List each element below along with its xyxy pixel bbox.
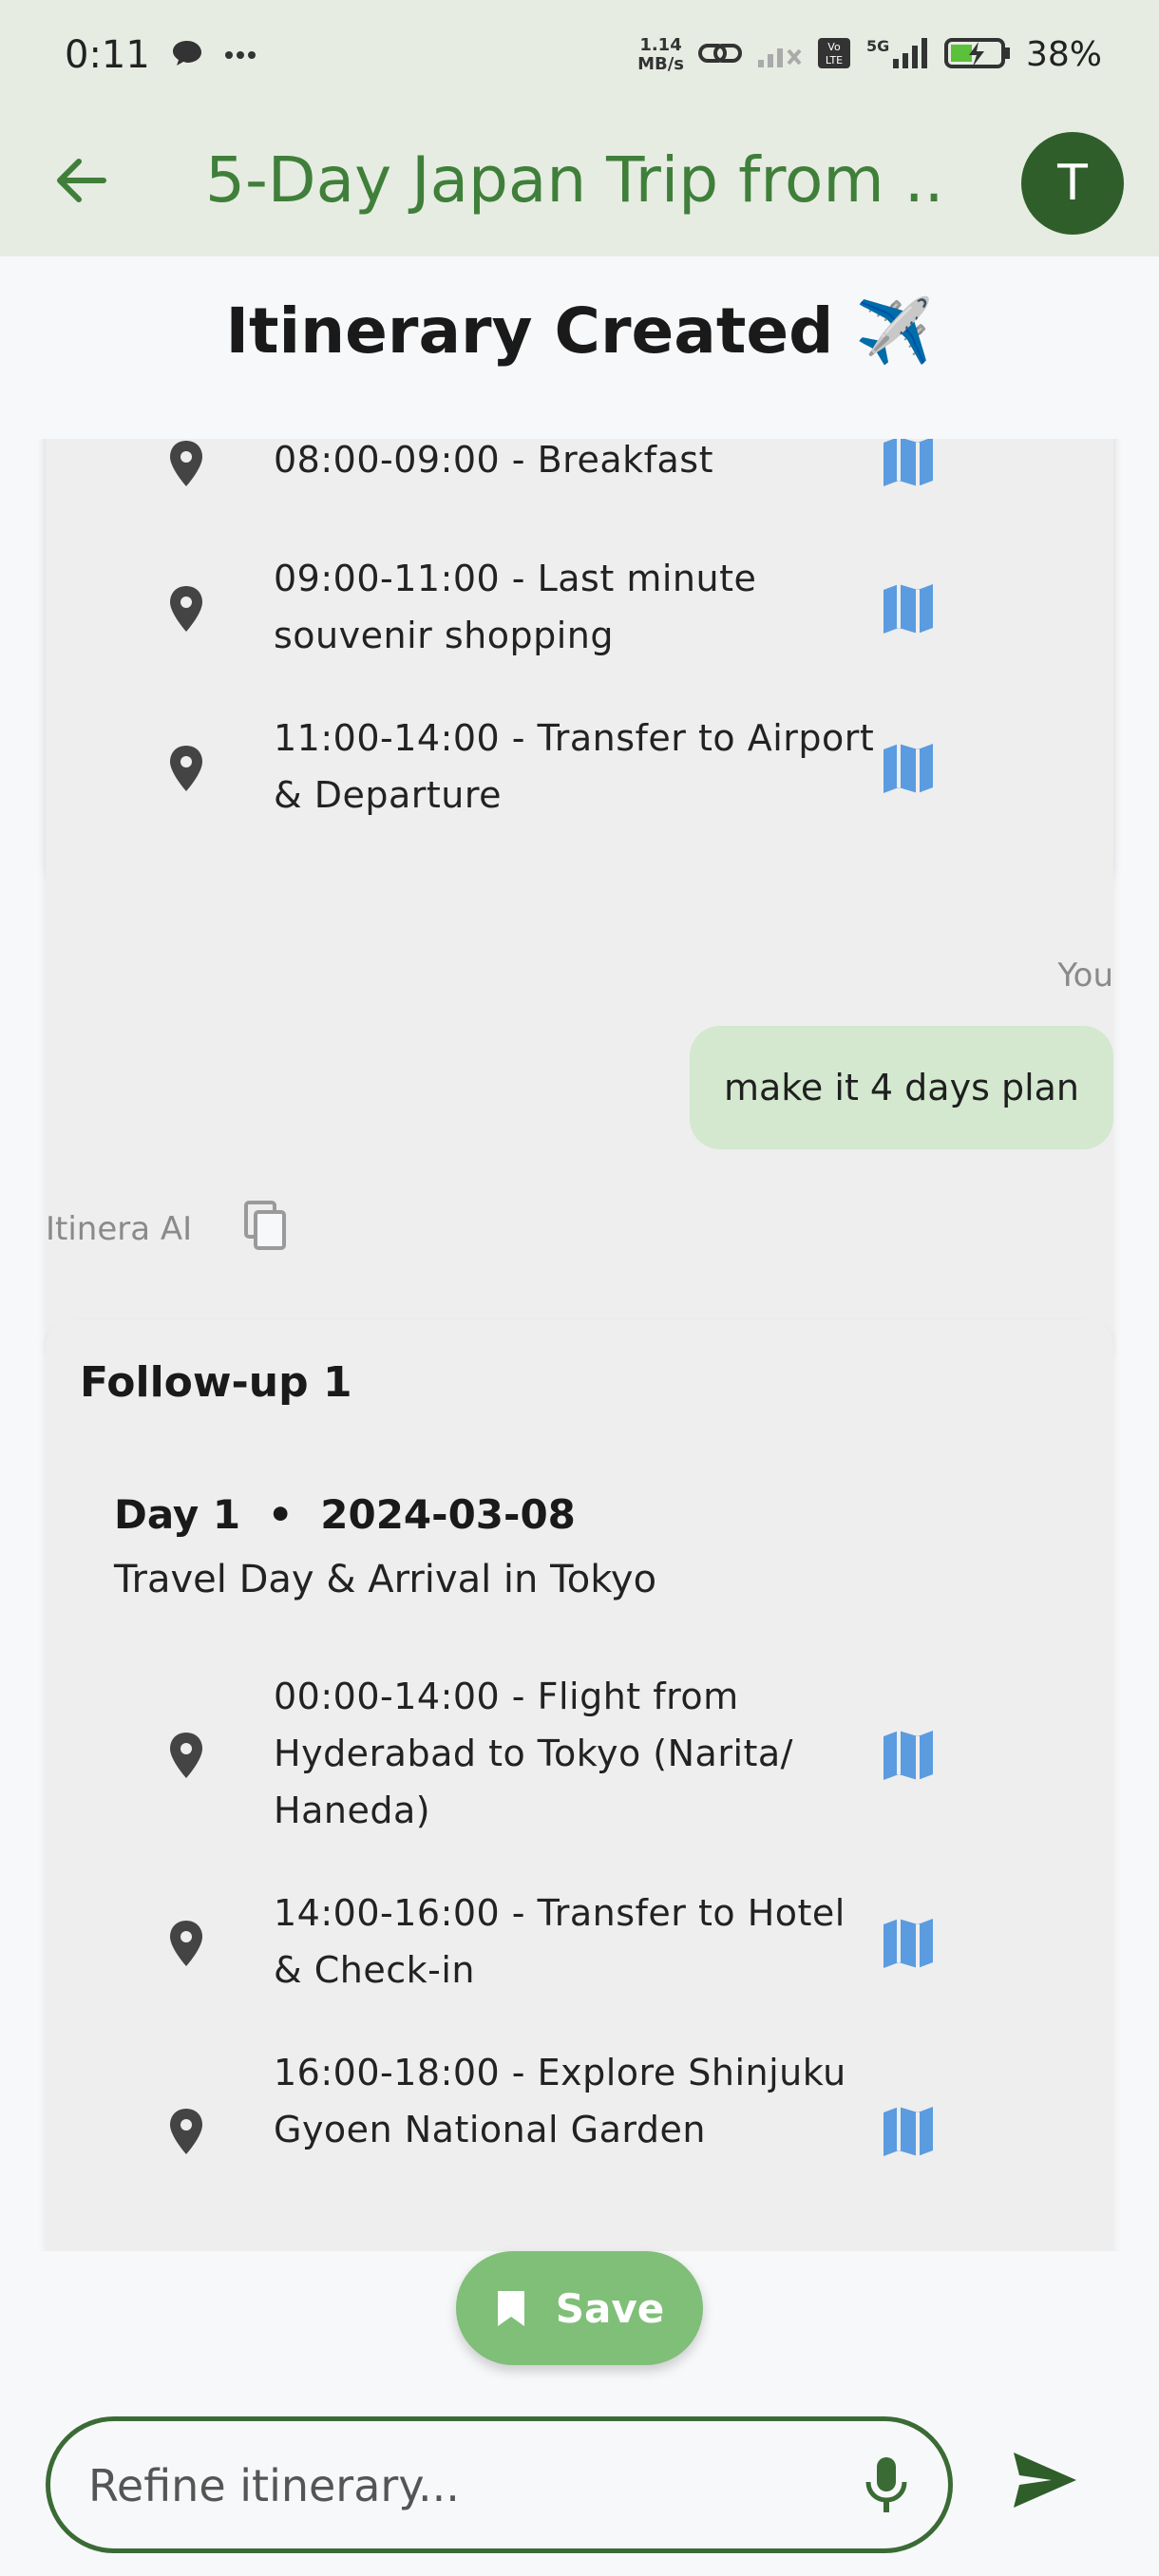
battery-percent: 38% (1025, 35, 1102, 74)
status-bar: 0:11 1.14 MB/s Vo LTE 5G 38% (0, 0, 1159, 109)
svg-text:LTE: LTE (826, 54, 843, 66)
microphone-icon[interactable] (863, 2455, 910, 2516)
activity-text: 08:00-09:00 - Breakfast (274, 439, 713, 481)
signal-5g-icon: 5G (864, 36, 931, 74)
user-message-bubble: make it 4 days plan (689, 1026, 1113, 1149)
back-button[interactable] (48, 147, 114, 214)
location-pin-icon (170, 746, 202, 791)
signal-weak-icon (756, 37, 804, 73)
map-icon[interactable] (880, 1915, 937, 1972)
status-time: 0:11 (65, 32, 150, 77)
ai-sender-label: Itinera AI (46, 1210, 193, 1248)
save-button-label: Save (555, 2284, 665, 2332)
copy-icon[interactable] (242, 1199, 290, 1252)
location-pin-icon (170, 441, 202, 486)
activity-text: 09:00-11:00 - Last minute souvenir shopp… (274, 558, 757, 656)
location-pin-icon (170, 586, 202, 632)
location-pin-icon (170, 1733, 202, 1778)
send-icon[interactable] (1012, 2451, 1078, 2510)
bookmark-icon (497, 2291, 524, 2326)
map-icon[interactable] (880, 2103, 937, 2160)
itinerary-card: 08:00-09:00 - Breakfast 09:00-11:00 - La… (46, 439, 1113, 1360)
trip-title: 5-Day Japan Trip from ... (205, 143, 946, 217)
save-button[interactable]: Save (456, 2251, 703, 2365)
activity-text: 16:00-18:00 - Explore Shinjuku Gyoen Nat… (274, 2052, 846, 2150)
map-icon[interactable] (880, 439, 937, 490)
location-pin-icon (170, 1921, 202, 1966)
sender-label: You (1057, 957, 1113, 994)
refine-itinerary-input[interactable] (88, 2450, 848, 2522)
map-icon[interactable] (880, 1727, 937, 1784)
more-dots-icon (224, 46, 256, 64)
day-heading: Day 1 • 2024-03-08 (114, 1491, 576, 1538)
svg-text:Vo: Vo (827, 41, 841, 53)
arrow-left-icon (57, 159, 106, 202)
followup-card: Follow-up 1 Day 1 • 2024-03-08 Travel Da… (46, 1320, 1113, 2251)
svg-text:5G: 5G (866, 37, 889, 55)
page-title: Itinerary Created ✈️ (225, 294, 934, 368)
refine-input-container (46, 2416, 953, 2553)
followup-title: Follow-up 1 (80, 1358, 352, 1407)
avatar[interactable]: T (1021, 132, 1124, 235)
link-icon (697, 39, 743, 71)
day-subtitle: Travel Day & Arrival in Tokyo (114, 1558, 657, 1601)
battery-charging-icon (943, 36, 1013, 74)
activity-text: 00:00-14:00 - Flight from Hyderabad to T… (274, 1676, 793, 1831)
chat-scroll-area[interactable]: 08:00-09:00 - Breakfast 09:00-11:00 - La… (0, 439, 1159, 2251)
chat-bubble-icon (171, 39, 203, 71)
day-date: 2024-03-08 (320, 1491, 576, 1538)
activity-text: 11:00-14:00 - Transfer to Airport & Depa… (274, 717, 875, 816)
app-bar: 5-Day Japan Trip from ... T (0, 109, 1159, 256)
volte-icon: Vo LTE (817, 37, 851, 73)
activity-text: 14:00-16:00 - Transfer to Hotel & Check-… (274, 1892, 846, 1991)
map-icon[interactable] (880, 580, 937, 637)
network-speed: 1.14 MB/s (637, 34, 684, 74)
day-label: Day 1 (114, 1491, 241, 1538)
location-pin-icon (170, 2109, 202, 2154)
separator: • (267, 1491, 294, 1538)
map-icon[interactable] (880, 740, 937, 797)
